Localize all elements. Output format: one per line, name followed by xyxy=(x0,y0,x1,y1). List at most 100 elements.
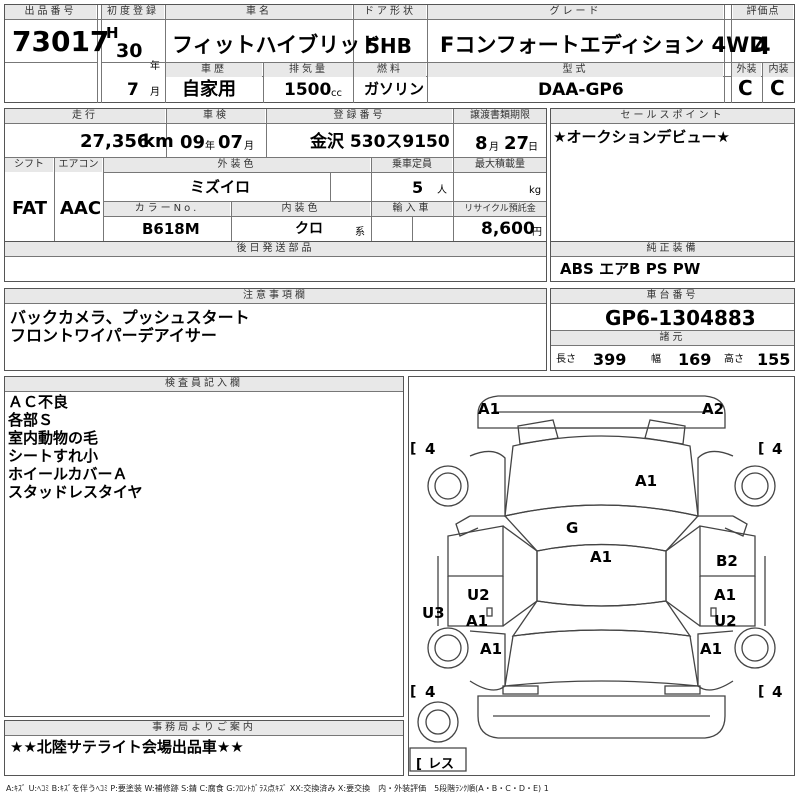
mark-windshield: G xyxy=(566,519,579,537)
transfer-day: 27 xyxy=(504,133,530,154)
mileage: 27,356 xyxy=(80,131,150,152)
spare-bracket: [ xyxy=(416,757,422,772)
equipment-text: ABS エアB PS PW xyxy=(560,260,701,278)
mark-rr-door-left: U2 xyxy=(467,586,490,604)
inspector-line-5: ホイールカバーＡ xyxy=(8,465,128,483)
mark-front-right: A2 xyxy=(702,400,725,418)
mark-tire-fr: 4 xyxy=(772,440,783,458)
shift: FAT xyxy=(12,198,48,219)
inspector-line-4: シートすれ小 xyxy=(8,447,99,465)
car-name: フィットハイブリッド xyxy=(172,33,382,57)
mark-rr-door-right: A1 xyxy=(714,586,737,604)
door-label: ドア形状 xyxy=(354,5,426,19)
chassis-number: GP6-1304883 xyxy=(605,306,756,330)
fuel-label: 燃料 xyxy=(354,63,426,77)
transfer-month-unit: 月 xyxy=(489,142,499,153)
interior-color: クロ xyxy=(295,221,323,237)
mark-tire-fl: 4 xyxy=(425,440,436,458)
first-reg-year: 30 xyxy=(116,40,143,62)
intcolor-unit: 系 xyxy=(355,227,365,238)
recycle-unit: 円 xyxy=(532,227,542,238)
notes-line-1: バックカメラ、プッシュスタート xyxy=(10,308,250,327)
height: 155 xyxy=(757,350,791,369)
ac-label: エアコン xyxy=(55,158,102,172)
car-name-label: 車名 xyxy=(166,5,352,19)
length-label: 長さ xyxy=(556,354,576,365)
notes-line-2: フロントワイパーデアイサー xyxy=(10,326,217,345)
rule xyxy=(551,303,794,304)
legend: A:ｷｽﾞ U:ﾍｺﾐ B:ｷｽﾞを伴うﾍｺﾐ P:要塗装 W:補修跡 S:錆 … xyxy=(6,784,549,793)
model: DAA-GP6 xyxy=(538,80,624,100)
displacement: 1500 xyxy=(284,80,332,100)
rule xyxy=(551,123,794,124)
disp-label: 排気量 xyxy=(264,63,353,77)
shift-label: シフト xyxy=(5,158,53,172)
rule xyxy=(5,303,546,304)
maxload-unit: kg xyxy=(529,185,542,196)
tire-fl-bracket: [ xyxy=(410,441,417,457)
score-label: 評価点 xyxy=(733,5,793,19)
rule xyxy=(5,735,403,736)
first-reg-label: 初度登録 xyxy=(102,5,164,19)
rule xyxy=(551,345,794,346)
rule xyxy=(104,172,546,173)
rule xyxy=(551,256,794,257)
width: 169 xyxy=(678,350,712,369)
inspector-line-1: ＡＣ不良 xyxy=(8,393,69,411)
grade-label: グレード xyxy=(428,5,723,19)
history: 自家用 xyxy=(182,79,236,100)
inspection-label: 車検 xyxy=(167,109,265,123)
car-diagram xyxy=(409,395,776,772)
insp-year-unit: 年 xyxy=(205,141,215,152)
grade: Fコンフォートエディション 4WD xyxy=(440,33,767,57)
inspector-line-3: 室内動物の毛 xyxy=(8,429,99,447)
color-label: 外装色 xyxy=(104,158,370,172)
tire-fr-bracket: [ xyxy=(758,441,765,457)
ext-label: 外装 xyxy=(732,63,761,77)
rule xyxy=(5,391,403,392)
rule xyxy=(5,62,98,63)
mark-front-left: A1 xyxy=(478,400,501,418)
equipment-label: 純正装備 xyxy=(551,242,794,256)
maxload-label: 最大積載量 xyxy=(454,158,546,172)
capacity-label: 乗車定員 xyxy=(372,158,452,172)
inspector-line-6: スタッドレスタイヤ xyxy=(8,483,143,501)
capacity-unit: 人 xyxy=(437,185,447,196)
dims-label: 諸元 xyxy=(551,331,794,345)
rule xyxy=(330,172,331,201)
inspection-month: 07 xyxy=(218,132,244,153)
mark-roof: A1 xyxy=(590,548,613,566)
rule xyxy=(266,109,267,157)
intcolor-label: 内装色 xyxy=(232,202,370,216)
reg-label: 登録番号 xyxy=(267,109,452,123)
disp-unit: cc xyxy=(331,88,342,99)
door-type: 5HB xyxy=(366,34,412,58)
year-unit: 年 xyxy=(150,61,160,72)
rule xyxy=(165,5,166,103)
transfer-label: 譲渡書類期限 xyxy=(454,109,546,123)
width-label: 幅 xyxy=(651,354,661,365)
transfer-month: 8 xyxy=(475,133,488,154)
rule xyxy=(453,109,454,157)
rule xyxy=(412,216,413,241)
recycle-fee: 8,600 xyxy=(481,219,535,239)
rule xyxy=(104,216,546,217)
capacity: 5 xyxy=(412,178,424,197)
tire-rl-bracket: [ xyxy=(410,684,417,700)
color-number: B618M xyxy=(142,220,200,238)
length: 399 xyxy=(593,350,627,369)
first-reg-month: 7 xyxy=(127,80,139,100)
month-unit: 月 xyxy=(150,87,160,98)
int-score: C xyxy=(770,76,785,100)
rule xyxy=(5,19,794,20)
rule xyxy=(5,256,546,257)
later-parts-label: 後日発送部品 xyxy=(5,242,546,256)
height-label: 高さ xyxy=(724,354,744,365)
vehicle-info-section xyxy=(4,108,547,242)
tire-rr-bracket: [ xyxy=(758,684,765,700)
fuel: ガソリン xyxy=(364,80,425,98)
registration: 金沢 530ス9150 xyxy=(310,132,450,152)
mark-hood: A1 xyxy=(635,472,658,490)
sales-point-text: ★オークションデビュー★ xyxy=(553,128,730,146)
inspector-line-2: 各部Ｓ xyxy=(8,411,54,429)
